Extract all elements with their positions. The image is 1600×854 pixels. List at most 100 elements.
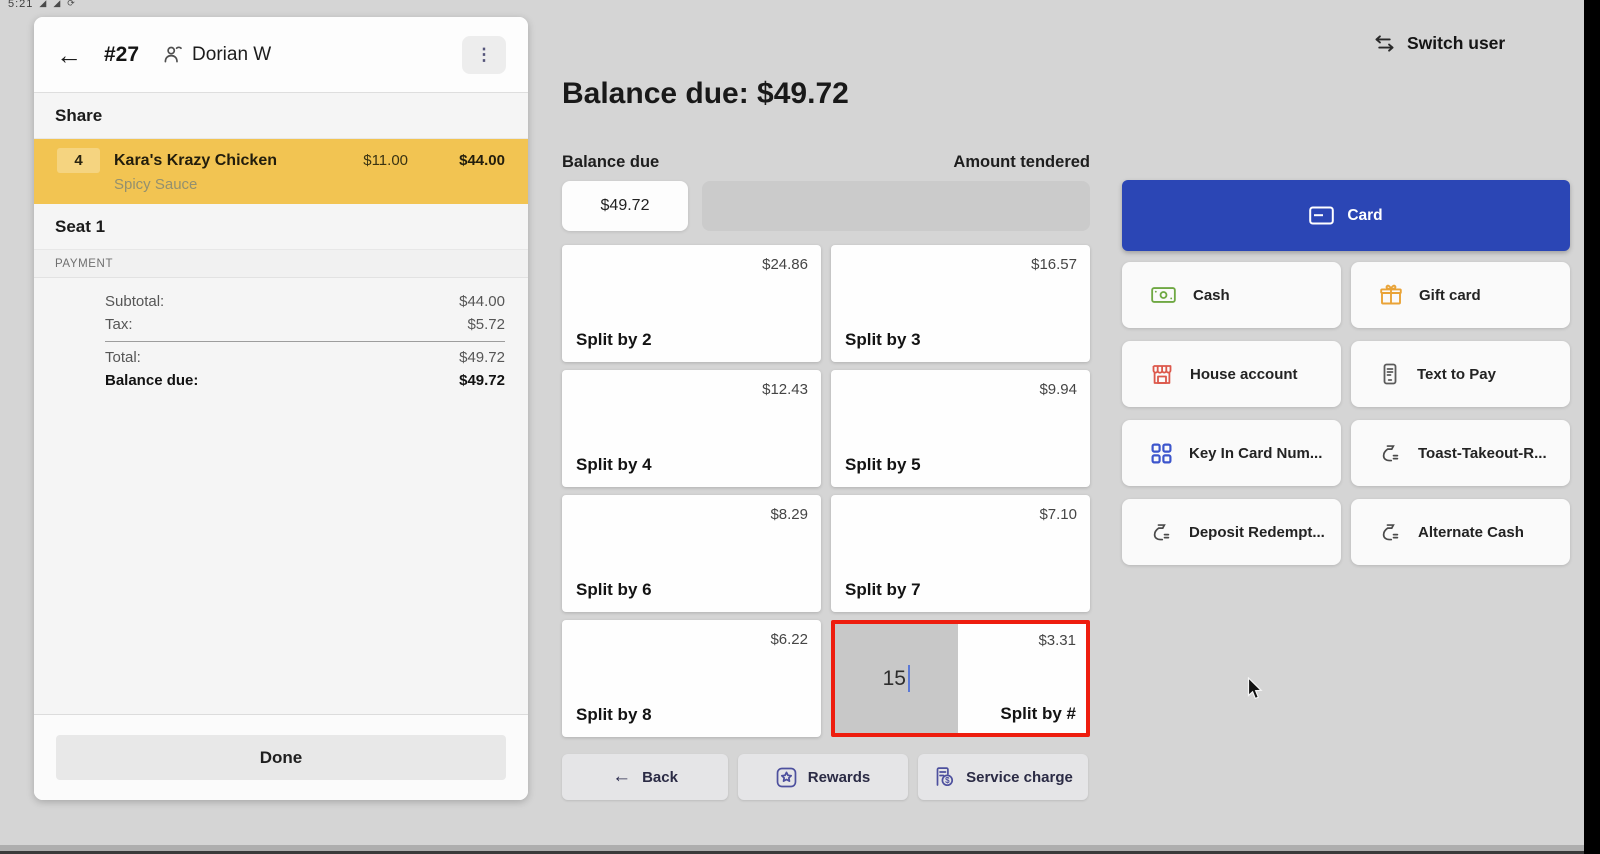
gift-card-button[interactable]: Gift card — [1351, 262, 1570, 328]
person-icon — [163, 45, 183, 64]
split-by-4-button[interactable]: $12.43 Split by 4 — [562, 370, 821, 487]
item-line: 4 Kara's Krazy Chicken $11.00 $44.00 — [57, 148, 505, 173]
switch-user-button[interactable]: Switch user — [1373, 33, 1505, 54]
done-button[interactable]: Done — [56, 735, 506, 780]
money-bag-icon — [1151, 522, 1172, 543]
item-quantity-badge: 4 — [57, 148, 100, 173]
subtotal-label: Subtotal: — [105, 291, 164, 314]
order-menu-button[interactable]: ⋮ — [462, 36, 506, 74]
split-grid: $24.86 Split by 2 $16.57 Split by 3 $12.… — [562, 245, 1090, 737]
service-charge-label: Service charge — [966, 769, 1073, 786]
split-label: Split by 4 — [576, 455, 652, 475]
customer-name: Dorian W — [192, 44, 271, 66]
balance-due-title: Balance due: $49.72 — [562, 77, 849, 111]
split-label: Split by 3 — [845, 330, 921, 350]
total-value: $49.72 — [459, 347, 505, 370]
tax-value: $5.72 — [467, 314, 505, 337]
screen-edge-bar — [1584, 0, 1600, 854]
cash-button[interactable]: Cash — [1122, 262, 1341, 328]
cash-icon — [1151, 286, 1176, 304]
summary-subtotal-row: Subtotal: $44.00 — [105, 291, 505, 314]
back-button[interactable]: ← Back — [562, 754, 728, 800]
tender-row: $49.72 — [562, 181, 1090, 231]
toast-takeout-label: Toast-Takeout-R... — [1418, 445, 1547, 462]
money-bag-icon — [1380, 522, 1401, 543]
text-to-pay-button[interactable]: Text to Pay — [1351, 341, 1570, 407]
split-amount: $16.57 — [1031, 256, 1077, 273]
signal-icon: ◢ — [39, 0, 47, 9]
order-header: ← #27 Dorian W ⋮ — [34, 17, 528, 92]
amount-tendered-input[interactable] — [702, 181, 1090, 231]
order-number: #27 — [104, 43, 139, 67]
text-caret — [908, 665, 911, 692]
toast-takeout-button[interactable]: Toast-Takeout-R... — [1351, 420, 1570, 486]
split-label: Split by 5 — [845, 455, 921, 475]
split-by-2-button[interactable]: $24.86 Split by 2 — [562, 245, 821, 362]
split-amount: $9.94 — [1039, 381, 1077, 398]
service-charge-icon: $ — [933, 766, 955, 788]
balance-value: $49.72 — [459, 370, 505, 393]
service-charge-button[interactable]: $ Service charge — [918, 754, 1088, 800]
done-area: Done — [34, 714, 528, 800]
rewards-badge-icon — [776, 767, 797, 788]
rewards-label: Rewards — [808, 769, 871, 786]
summary-divider — [105, 341, 505, 342]
grid-icon — [1151, 443, 1172, 464]
split-amount: $12.43 — [762, 381, 808, 398]
split-by-number-button[interactable]: 15 $3.31 Split by # — [831, 620, 1090, 737]
item-modifier: Spicy Sauce — [114, 176, 505, 193]
alternate-cash-button[interactable]: Alternate Cash — [1351, 499, 1570, 565]
money-bag-icon — [1380, 443, 1401, 464]
gift-card-label: Gift card — [1419, 287, 1481, 304]
status-time: 5:21 — [8, 0, 33, 10]
item-unit-price: $11.00 — [316, 152, 408, 169]
split-by-7-button[interactable]: $7.10 Split by 7 — [831, 495, 1090, 612]
split-by-8-button[interactable]: $6.22 Split by 8 — [562, 620, 821, 737]
split-count-value: 15 — [883, 667, 906, 691]
order-body: Share 4 Kara's Krazy Chicken $11.00 $44.… — [34, 92, 528, 800]
split-by-5-button[interactable]: $9.94 Split by 5 — [831, 370, 1090, 487]
mouse-cursor — [1247, 677, 1264, 701]
status-bar: 5:21 ◢ ◢ ⟳ — [8, 0, 76, 10]
payment-section-caption: PAYMENT — [34, 250, 528, 278]
order-item-selected[interactable]: 4 Kara's Krazy Chicken $11.00 $44.00 Spi… — [34, 139, 528, 204]
order-panel: ← #27 Dorian W ⋮ Share 4 Kara's Krazy Ch… — [34, 17, 528, 800]
split-amount: $8.29 — [770, 506, 808, 523]
key-in-card-number-button[interactable]: Key In Card Num... — [1122, 420, 1341, 486]
house-account-button[interactable]: House account — [1122, 341, 1341, 407]
split-count-input[interactable]: 15 — [835, 624, 958, 733]
split-amount: $6.22 — [770, 631, 808, 648]
card-label: Card — [1347, 207, 1382, 225]
pos-payment-screen: 5:21 ◢ ◢ ⟳ ← #27 Dorian W ⋮ Share 4 — [0, 0, 1600, 854]
balance-due-box: $49.72 — [562, 181, 688, 231]
amount-tendered-column-label: Amount tendered — [953, 153, 1090, 172]
rewards-button[interactable]: Rewards — [738, 754, 908, 800]
split-by-6-button[interactable]: $8.29 Split by 6 — [562, 495, 821, 612]
key-in-card-number-label: Key In Card Num... — [1189, 445, 1322, 462]
total-label: Total: — [105, 347, 141, 370]
back-arrow-icon[interactable]: ← — [56, 42, 82, 68]
split-amount: $3.31 — [1038, 632, 1076, 649]
share-section-header: Share — [34, 93, 528, 139]
split-amount: $24.86 — [762, 256, 808, 273]
text-to-pay-label: Text to Pay — [1417, 366, 1496, 383]
cash-label: Cash — [1193, 287, 1230, 304]
seat-section-header: Seat 1 — [34, 204, 528, 250]
summary-total-row: Total: $49.72 — [105, 347, 505, 370]
payment-summary: Subtotal: $44.00 Tax: $5.72 Total: $49.7… — [34, 278, 528, 392]
deposit-redemption-label: Deposit Redempt... — [1189, 524, 1325, 541]
tax-label: Tax: — [105, 314, 133, 337]
gift-icon — [1380, 284, 1402, 306]
item-name: Kara's Krazy Chicken — [114, 152, 316, 170]
split-by-3-button[interactable]: $16.57 Split by 3 — [831, 245, 1090, 362]
balance-label: Balance due: — [105, 370, 198, 393]
balance-due-column-label: Balance due — [562, 153, 659, 172]
deposit-redemption-button[interactable]: Deposit Redempt... — [1122, 499, 1341, 565]
svg-text:$: $ — [945, 776, 950, 785]
switch-user-label: Switch user — [1407, 33, 1505, 54]
card-payment-button[interactable]: Card — [1122, 180, 1570, 251]
subtotal-value: $44.00 — [459, 291, 505, 314]
split-label: Split by 8 — [576, 705, 652, 725]
payment-methods-panel: Card Cash — [1122, 180, 1570, 565]
bottom-edge-bar — [0, 845, 1584, 854]
